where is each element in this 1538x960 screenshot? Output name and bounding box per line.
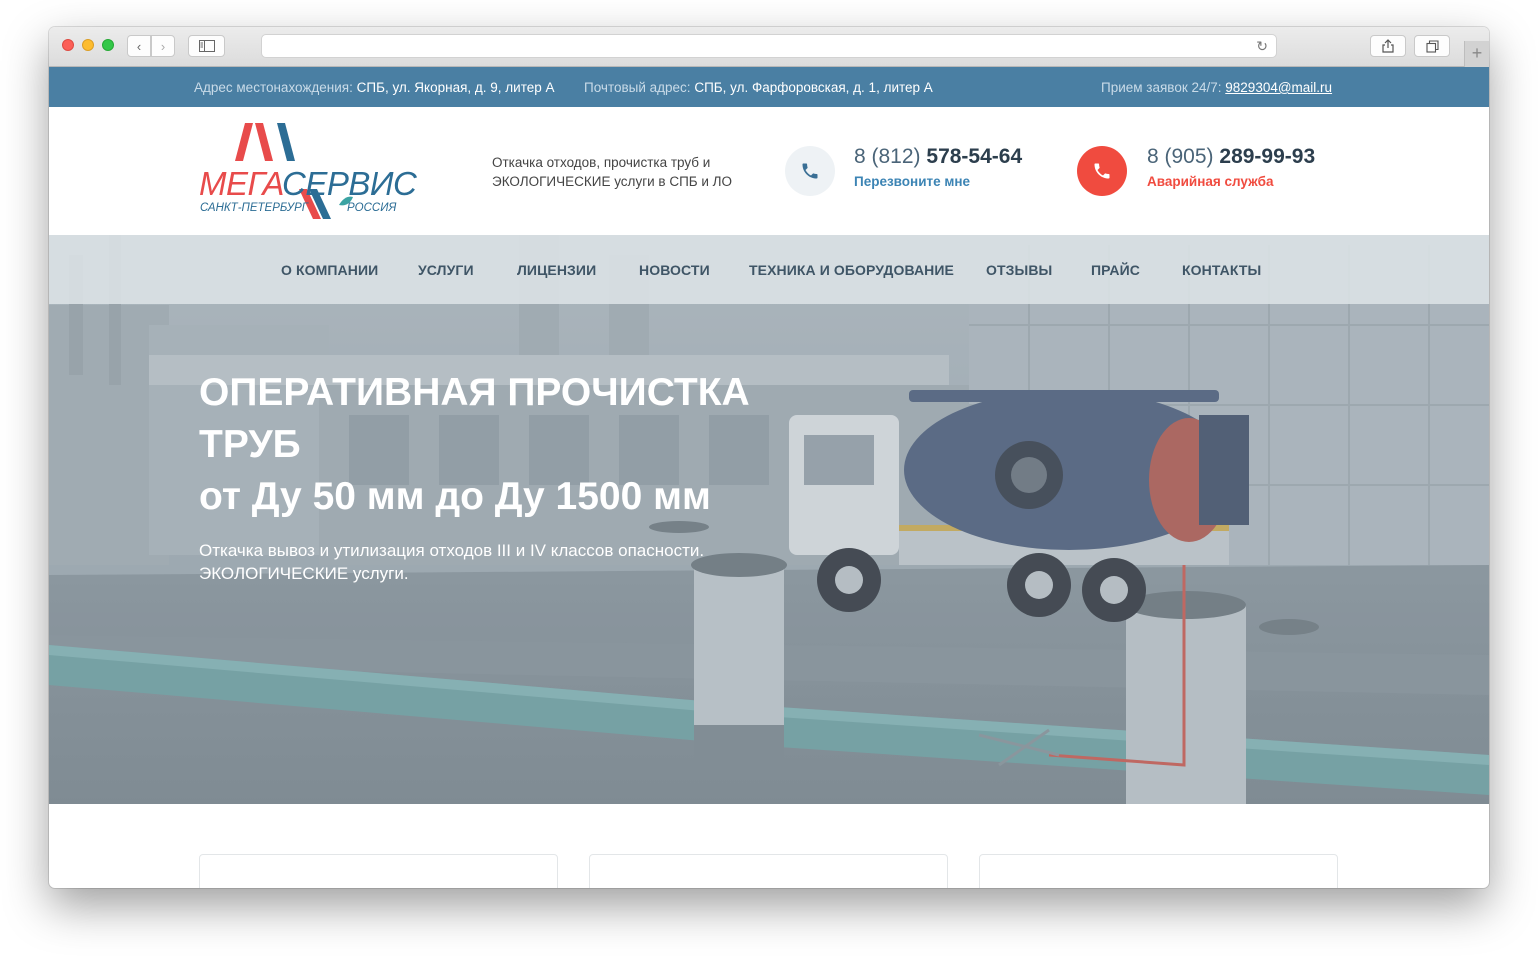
nav-item-licenses[interactable]: ЛИЦЕНЗИИ xyxy=(517,262,596,278)
main-navigation: О КОМПАНИИ УСЛУГИ ЛИЦЕНЗИИ НОВОСТИ ТЕХНИ… xyxy=(49,235,1489,304)
browser-toolbar: ‹ › ↻ + xyxy=(49,27,1489,67)
company-tagline: Откачка отходов, прочистка труб и ЭКОЛОГ… xyxy=(492,155,733,189)
email-link[interactable]: 9829304@mail.ru xyxy=(1225,80,1332,95)
site-header: МЕГАСЕРВИС САНКТ-ПЕТЕРБУРГ РОССИЯ Откачк… xyxy=(49,107,1489,235)
nav-item-services[interactable]: УСЛУГИ xyxy=(418,262,474,278)
share-button[interactable] xyxy=(1370,35,1406,57)
chevron-left-icon: ‹ xyxy=(136,38,142,54)
phone-icon xyxy=(1094,163,1110,179)
close-window-button[interactable] xyxy=(62,39,74,51)
nav-item-equipment[interactable]: ТЕХНИКА И ОБОРУДОВАНИЕ xyxy=(749,262,954,278)
logo-city: САНКТ-ПЕТЕРБУРГ xyxy=(200,202,309,214)
service-card[interactable] xyxy=(589,854,948,888)
phone-icon xyxy=(802,163,818,179)
nav-item-contacts[interactable]: КОНТАКТЫ xyxy=(1182,262,1261,278)
callback-link[interactable]: Перезвоните мне xyxy=(854,174,970,189)
chevron-right-icon: › xyxy=(160,38,166,54)
hero-banner: О КОМПАНИИ УСЛУГИ ЛИЦЕНЗИИ НОВОСТИ ТЕХНИ… xyxy=(49,235,1489,804)
share-icon xyxy=(1382,39,1394,53)
service-card[interactable] xyxy=(199,854,558,888)
tabs-overview-button[interactable] xyxy=(1414,35,1450,57)
company-logo[interactable]: МЕГАСЕРВИС САНКТ-ПЕТЕРБУРГ РОССИЯ xyxy=(197,121,417,221)
sidebar-toggle-button[interactable] xyxy=(188,35,225,57)
nav-item-reviews[interactable]: ОТЗЫВЫ xyxy=(986,262,1052,278)
emergency-call-button[interactable] xyxy=(1077,146,1127,196)
logo-country: РОССИЯ xyxy=(347,202,397,214)
location-address: Адрес местонахождения: СПБ, ул. Якорная,… xyxy=(194,80,555,95)
nav-item-price[interactable]: ПРАЙС xyxy=(1091,262,1140,278)
address-bar[interactable]: ↻ xyxy=(261,34,1277,58)
emergency-phone-number[interactable]: 8 (905) 289-99-93 xyxy=(1147,145,1315,169)
tabs-icon xyxy=(1425,39,1439,53)
callback-button[interactable] xyxy=(785,146,835,196)
back-button[interactable]: ‹ xyxy=(127,35,151,57)
nav-item-about[interactable]: О КОМПАНИИ xyxy=(281,262,378,278)
service-card[interactable] xyxy=(979,854,1338,888)
contact-info-bar: Адрес местонахождения: СПБ, ул. Якорная,… xyxy=(49,67,1489,107)
requests-contact: Прием заявок 24/7: 9829304@mail.ru xyxy=(1101,80,1333,95)
forward-button[interactable]: › xyxy=(151,35,175,57)
zoom-window-button[interactable] xyxy=(102,39,114,51)
nav-item-news[interactable]: НОВОСТИ xyxy=(639,262,710,278)
hero-title: ОПЕРАТИВНАЯ ПРОЧИСТКА ТРУБ от Ду 50 мм д… xyxy=(199,371,750,518)
logo-wordmark: МЕГАСЕРВИС xyxy=(199,165,417,202)
minimize-window-button[interactable] xyxy=(82,39,94,51)
emergency-service-link[interactable]: Аварийная служба xyxy=(1147,174,1274,189)
hero-subtitle: Откачка вывоз и утилизация отходов III и… xyxy=(199,541,705,583)
browser-window: ‹ › ↻ + Адрес местонахождения: СПБ, ул. … xyxy=(49,27,1489,888)
new-tab-button[interactable]: + xyxy=(1464,41,1489,67)
sidebar-icon xyxy=(198,40,215,52)
postal-address: Почтовый адрес: СПБ, ул. Фарфоровская, д… xyxy=(584,80,933,95)
reload-icon[interactable]: ↻ xyxy=(1256,38,1268,55)
main-phone-number[interactable]: 8 (812) 578-54-64 xyxy=(854,145,1022,169)
